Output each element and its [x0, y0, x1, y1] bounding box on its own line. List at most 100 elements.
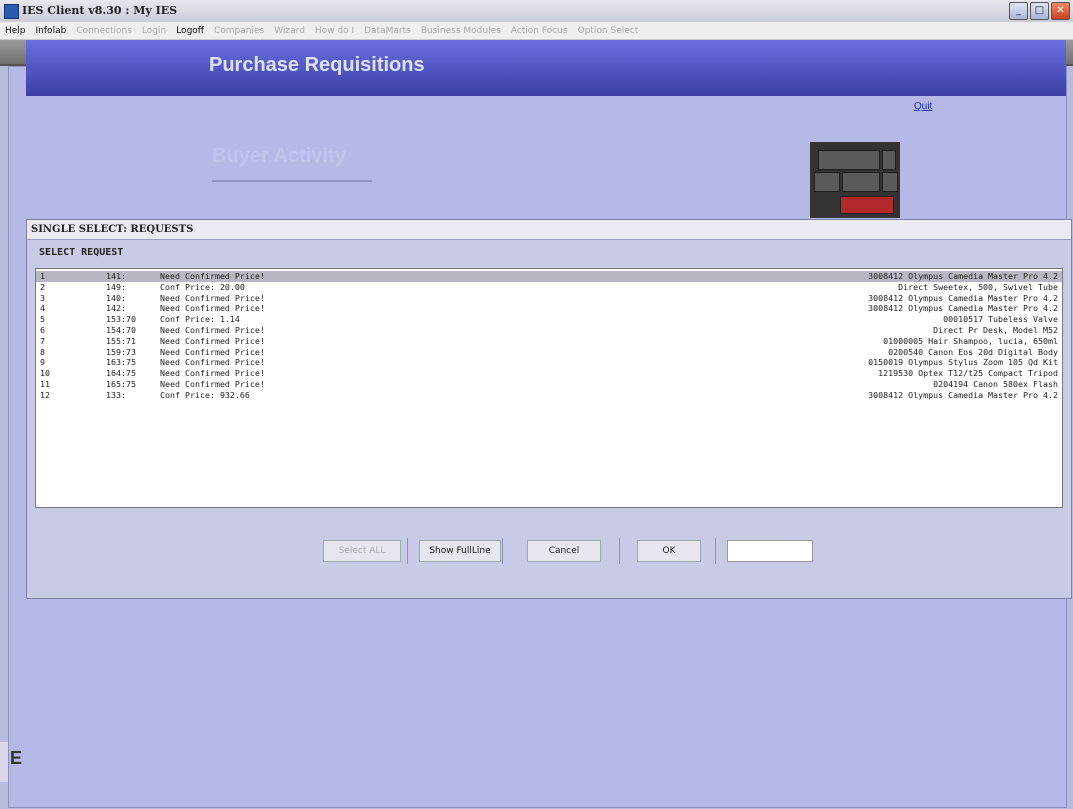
- menu-item[interactable]: How do I: [310, 26, 359, 36]
- menu-item[interactable]: Wizard: [269, 26, 310, 36]
- row-number: 1: [40, 271, 45, 281]
- list-item[interactable]: 2 149: Conf Price: 20.00 Direct Sweetex, 50…: [36, 282, 1062, 293]
- dialog-title: SINGLE SELECT: REQUESTS: [31, 224, 194, 235]
- selection-input[interactable]: [727, 540, 813, 562]
- row-item: 1219530 Optex T12/t25 Compact Tripod: [878, 368, 1058, 379]
- row-item: Direct Sweetex, 500, Swivel Tube: [898, 281, 1058, 292]
- row-item: 3008412 Olympus Camedia Master Pro 4.2: [868, 389, 1058, 400]
- list-item[interactable]: 12 133: Conf Price: 932.66 3008412 Olympus …: [36, 390, 1062, 401]
- row-number: 3: [40, 292, 45, 303]
- row-status: Need Confirmed Price!: [160, 271, 265, 281]
- menu-item[interactable]: DataMarts: [359, 26, 416, 36]
- requests-dialog: SINGLE SELECT: REQUESTS SELECT REQUEST 1…: [26, 219, 1072, 599]
- row-number: 5: [40, 314, 45, 325]
- row-reference: 154:70: [106, 325, 136, 335]
- row-status: Need Confirmed Price!: [160, 325, 265, 335]
- row-reference: 133:: [106, 389, 126, 400]
- side-tab-letter: E: [10, 748, 23, 768]
- row-number: 2: [40, 281, 45, 292]
- row-number: 9: [40, 357, 45, 368]
- menu-item[interactable]: Companies: [209, 26, 269, 36]
- row-number: 12: [40, 389, 50, 400]
- list-item[interactable]: 9 163:75 Need Confirmed Price! 0150019 Olym…: [36, 357, 1062, 368]
- show-full-line-button[interactable]: Show FullLine: [419, 540, 501, 562]
- row-number: 4: [40, 303, 45, 314]
- row-item: 3008412 Olympus Camedia Master Pro 4.2: [868, 271, 1058, 281]
- list-item[interactable]: 6 154:70 Need Confirmed Price! Direct Pr De…: [36, 325, 1062, 336]
- button-separator: [407, 538, 408, 564]
- row-reference: 155:71: [106, 335, 136, 346]
- row-status: Need Confirmed Price!: [160, 335, 265, 346]
- row-status: Need Confirmed Price!: [160, 357, 265, 368]
- row-reference: 164:75: [106, 368, 136, 379]
- menu-bar: Help Infolab Connections Login Logoff Compani…: [0, 22, 1073, 40]
- row-item: Direct Pr Desk, Model M52: [933, 325, 1058, 335]
- row-number: 11: [40, 379, 50, 389]
- list-item[interactable]: 3 140: Need Confirmed Price! 3008412 Olympu…: [36, 293, 1062, 304]
- side-tab[interactable]: [0, 742, 8, 782]
- maximize-button[interactable]: □: [1030, 2, 1049, 20]
- request-list[interactable]: 1 141: Need Confirmed Price! 3008412 Olympu…: [35, 268, 1063, 508]
- row-item: 3008412 Olympus Camedia Master Pro 4.2: [868, 303, 1058, 314]
- quit-link[interactable]: Quit: [914, 101, 932, 112]
- menu-item[interactable]: Login: [137, 26, 171, 36]
- list-item[interactable]: 4 142: Need Confirmed Price! 3008412 Olympu…: [36, 303, 1062, 314]
- row-reference: 159:73: [106, 346, 136, 357]
- subtitle-underline: [212, 180, 372, 182]
- menu-item[interactable]: Infolab: [31, 26, 72, 36]
- window-controls: _ □ ✕: [1009, 2, 1070, 20]
- row-item: 00010517 Tubeless Valve: [943, 314, 1058, 325]
- banner: Purchase Requisitions: [26, 40, 1066, 96]
- list-item[interactable]: 7 155:71 Need Confirmed Price! 01000005 Hai…: [36, 336, 1062, 347]
- row-reference: 141:: [106, 271, 126, 281]
- row-item: 3008412 Olympus Camedia Master Pro 4.2: [868, 292, 1058, 303]
- list-item[interactable]: 5 153:70 Conf Price: 1.14 00010517 Tubeless…: [36, 314, 1062, 325]
- app-window: IES Client v8.30 : My IES _ □ ✕ Help Info…: [0, 0, 1073, 809]
- row-number: 7: [40, 335, 45, 346]
- section-heading: SELECT REQUEST: [39, 247, 124, 258]
- menu-item[interactable]: Help: [0, 26, 31, 36]
- menu-item[interactable]: Option Select: [573, 26, 644, 36]
- menu-item[interactable]: Action Focus: [506, 26, 573, 36]
- button-separator: [715, 538, 716, 564]
- row-status: Need Confirmed Price!: [160, 292, 265, 303]
- row-status: Need Confirmed Price!: [160, 346, 265, 357]
- select-all-button[interactable]: Select ALL: [323, 540, 401, 562]
- minimize-button[interactable]: _: [1009, 2, 1028, 20]
- row-status: Conf Price: 20.00: [160, 281, 245, 292]
- row-reference: 140:: [106, 292, 126, 303]
- row-item: 0200540 Canon Eos 20d Digital Body: [888, 346, 1058, 357]
- list-item[interactable]: 8 159:73 Need Confirmed Price! 0200540 Cano…: [36, 347, 1062, 358]
- row-reference: 165:75: [106, 379, 136, 389]
- row-status: Need Confirmed Price!: [160, 368, 265, 379]
- row-number: 6: [40, 325, 45, 335]
- row-item: 0150019 Olympus Stylus Zoom 105 Qd Kit: [868, 357, 1058, 368]
- menu-item[interactable]: Connections: [71, 26, 137, 36]
- app-icon: [4, 4, 19, 19]
- row-reference: 153:70: [106, 314, 136, 325]
- list-item[interactable]: 11 165:75 Need Confirmed Price! 0204194 Can…: [36, 379, 1062, 390]
- row-status: Need Confirmed Price!: [160, 303, 265, 314]
- ok-button[interactable]: OK: [637, 540, 701, 562]
- row-status: Need Confirmed Price!: [160, 379, 265, 389]
- list-item[interactable]: 10 164:75 Need Confirmed Price! 1219530 Opt…: [36, 368, 1062, 379]
- menu-item[interactable]: Logoff: [171, 26, 209, 36]
- page-title: Purchase Requisitions: [209, 54, 425, 76]
- dialog-buttons: Select ALL Show FullLine Cancel OK: [27, 520, 1071, 580]
- button-separator: [619, 538, 620, 564]
- row-number: 10: [40, 368, 50, 379]
- keyboard-image: [810, 142, 900, 218]
- menu-item[interactable]: Business Modules: [416, 26, 506, 36]
- close-button[interactable]: ✕: [1051, 2, 1070, 20]
- list-item[interactable]: 1 141: Need Confirmed Price! 3008412 Olympu…: [36, 271, 1062, 282]
- button-separator: [502, 538, 503, 564]
- row-item: 01000005 Hair Shampoo, lucia, 650ml: [883, 335, 1058, 346]
- row-status: Conf Price: 932.66: [160, 389, 250, 400]
- row-reference: 142:: [106, 303, 126, 314]
- window-title: IES Client v8.30 : My IES: [22, 4, 178, 17]
- title-bar: IES Client v8.30 : My IES _ □ ✕: [0, 0, 1073, 23]
- row-reference: 149:: [106, 281, 126, 292]
- page-subtitle: Buyer Activity: [212, 145, 346, 167]
- row-reference: 163:75: [106, 357, 136, 368]
- cancel-button[interactable]: Cancel: [527, 540, 601, 562]
